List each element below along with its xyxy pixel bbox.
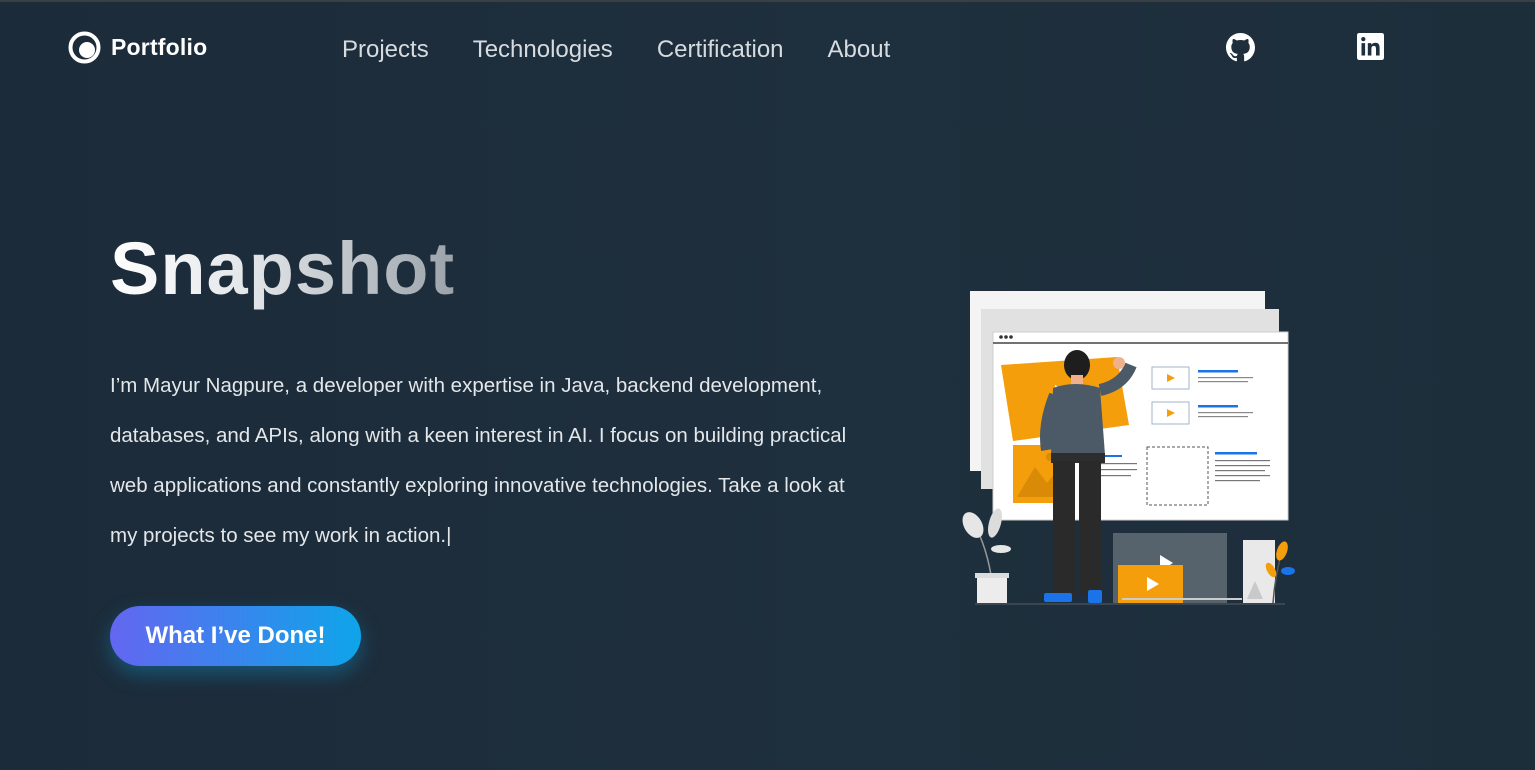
brand-name: Portfolio (111, 34, 208, 60)
brand-logo[interactable]: Portfolio (68, 31, 207, 64)
top-border (0, 0, 1535, 2)
linkedin-icon (1357, 33, 1384, 60)
hero-description: I’m Mayur Nagpure, a developer with expe… (110, 374, 847, 547)
nav-link-certification[interactable]: Certification (657, 35, 784, 65)
circle-logo-icon (68, 31, 101, 64)
github-icon (1226, 33, 1255, 62)
nav-link-about[interactable]: About (828, 35, 891, 65)
nav-link-projects[interactable]: Projects (342, 35, 429, 65)
developer-illustration (962, 291, 1295, 605)
github-link[interactable] (1226, 33, 1255, 67)
hero-title: Snapshot (110, 227, 456, 310)
what-ive-done-button[interactable]: What I’ve Done! (110, 606, 361, 666)
linkedin-link[interactable] (1357, 33, 1384, 65)
main-nav: Projects Technologies Certification Abou… (342, 35, 934, 65)
nav-link-technologies[interactable]: Technologies (473, 35, 613, 65)
